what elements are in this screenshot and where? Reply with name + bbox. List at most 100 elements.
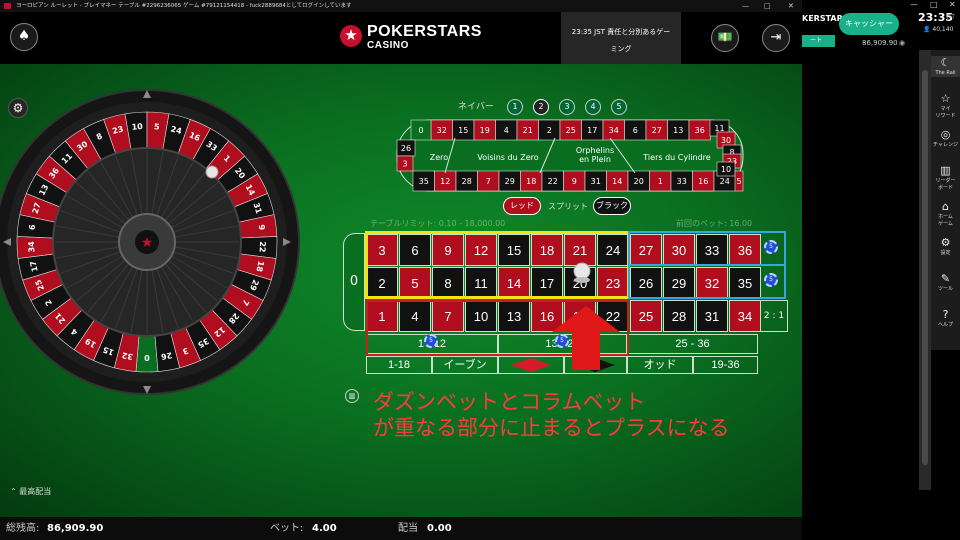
bet-chip[interactable]: 5 bbox=[424, 334, 438, 348]
star-icon: ☆ bbox=[940, 92, 951, 105]
number-bet-34[interactable]: 34 bbox=[729, 300, 761, 332]
racetrack-number: 25 bbox=[566, 126, 576, 135]
balance-value: 86,909.90 bbox=[47, 523, 104, 534]
bet-chip[interactable]: 5 bbox=[764, 273, 778, 287]
banner-line-1: 23:35 JST 責任と分別あるゲー bbox=[571, 28, 671, 36]
racetrack-voisins[interactable]: Voisins du Zero bbox=[477, 153, 538, 162]
racetrack-number: 10 bbox=[721, 165, 731, 174]
lobby-close-button[interactable]: ✕ bbox=[949, 0, 956, 9]
neighbors-label: ネイバー bbox=[458, 102, 494, 112]
bet-chip[interactable]: 5 bbox=[764, 240, 778, 254]
highlight-column-divider bbox=[628, 264, 786, 266]
status-bar: 総残高: 86,909.90 ベット: 4.00 配当 0.00 bbox=[0, 517, 802, 540]
wheel-pocket-number: 32 bbox=[121, 350, 134, 361]
side-nav-item[interactable]: ⚙ 設定 bbox=[931, 236, 960, 257]
window-titlebar: ヨーロピアン ルーレット - プレイマネー テーブル #2296236065 ゲ… bbox=[0, 0, 802, 12]
side-nav-label: ホーム bbox=[938, 214, 953, 220]
annotation-arrow-icon bbox=[552, 306, 620, 370]
bet-split-label[interactable]: スプリット bbox=[548, 201, 588, 212]
wheel-pocket-number: 22 bbox=[258, 241, 267, 253]
racetrack-bet-area[interactable]: 32 15 19 4 21 2 25 17 34 6 27 13 36 35 12 28 7 29 18 22 9 31… bbox=[395, 118, 745, 193]
outside-bet-low[interactable]: 1-18 bbox=[366, 356, 432, 374]
app-icon bbox=[4, 3, 11, 9]
close-button[interactable]: ✕ bbox=[788, 0, 794, 12]
lobby-scrollbar[interactable] bbox=[919, 50, 931, 490]
racetrack-number: 26 bbox=[401, 144, 411, 153]
payout-value: 0.00 bbox=[427, 523, 452, 534]
racetrack-number: 33 bbox=[677, 177, 687, 186]
pokerstars-menu-button[interactable]: ♠ bbox=[10, 23, 38, 51]
racetrack-zero[interactable]: Zero bbox=[430, 153, 449, 162]
number-bet-31[interactable]: 31 bbox=[696, 300, 728, 332]
racetrack-number: 36 bbox=[695, 126, 705, 135]
scrollbar-thumb[interactable] bbox=[922, 70, 928, 465]
wheel-pocket-number: 34 bbox=[27, 241, 36, 253]
racetrack-number: 28 bbox=[462, 177, 472, 186]
racetrack-number: 19 bbox=[480, 126, 490, 135]
side-nav-item[interactable]: ◎ チャレンジ bbox=[931, 128, 960, 149]
previous-bet-text: 前回のベット: 16.00 bbox=[676, 219, 753, 228]
dozen-bet-3[interactable]: 25 - 36 bbox=[627, 334, 758, 354]
racetrack-number: 14 bbox=[612, 177, 622, 186]
column-bet-2to1[interactable]: 2 : 1 bbox=[760, 300, 788, 332]
side-nav-item[interactable]: ? ヘルプ bbox=[931, 308, 960, 329]
lobby-balance: 86,909.90 bbox=[862, 39, 898, 47]
lobby-minimize-button[interactable]: — bbox=[910, 0, 918, 9]
side-nav-item[interactable]: ▥ リーダー ボード bbox=[931, 164, 960, 192]
neighbors-option-1[interactable]: 1 bbox=[507, 99, 523, 115]
racetrack-number: 0 bbox=[418, 126, 423, 135]
side-nav-label: ヘルプ bbox=[937, 322, 953, 328]
wheel-pocket-number: 0 bbox=[144, 353, 150, 362]
neighbors-option-5[interactable]: 5 bbox=[611, 99, 627, 115]
side-nav-label: リワード bbox=[935, 113, 956, 119]
neighbors-option-2[interactable]: 2 bbox=[533, 99, 549, 115]
side-nav-item[interactable]: ☆ マイ リワード bbox=[931, 92, 960, 120]
outside-bet-odd[interactable]: オッド bbox=[627, 356, 693, 374]
players-online-count: 👤 40,140 bbox=[923, 26, 954, 33]
statistics-icon[interactable]: ▥ bbox=[345, 389, 359, 403]
neighbors-option-4[interactable]: 4 bbox=[585, 99, 601, 115]
outside-bet-even[interactable]: イーブン bbox=[432, 356, 498, 374]
side-nav-item[interactable]: ✎ ツール bbox=[931, 272, 960, 293]
side-nav-item[interactable]: ⌂ ホーム ゲーム bbox=[931, 200, 960, 228]
racetrack-number: 17 bbox=[587, 126, 597, 135]
racetrack-number: 30 bbox=[721, 136, 731, 145]
annotation-line-2: が重なる部分に止まるとプラスになる bbox=[373, 416, 730, 440]
racetrack-number: 16 bbox=[698, 177, 708, 186]
eye-icon[interactable]: ◉ bbox=[899, 39, 905, 47]
max-payout-toggle[interactable]: ⌃ 最高配当 bbox=[10, 486, 51, 497]
cashier-button[interactable]: キャッシャー bbox=[839, 13, 899, 35]
table-limit-text: テーブルリミット: 0.10 - 18,000.00 bbox=[370, 219, 506, 228]
racetrack-number: 29 bbox=[505, 177, 515, 186]
lobby-green-tab[interactable]: ート bbox=[802, 35, 835, 47]
settings-gear-button[interactable]: ⚙ bbox=[8, 98, 28, 118]
number-bet-25[interactable]: 25 bbox=[630, 300, 662, 332]
outside-bet-high[interactable]: 19-36 bbox=[693, 356, 758, 374]
bet-black-button[interactable]: ブラック bbox=[593, 197, 631, 215]
racetrack-number: 13 bbox=[673, 126, 683, 135]
responsible-gaming-banner[interactable]: 23:35 JST 責任と分別あるゲー ミング bbox=[561, 12, 681, 64]
wheel-pocket-number: 10 bbox=[131, 122, 143, 132]
racetrack-number: 27 bbox=[652, 126, 662, 135]
number-bet-28[interactable]: 28 bbox=[663, 300, 695, 332]
side-nav-label: The Rail bbox=[935, 70, 956, 76]
leaderboard-icon: ▥ bbox=[940, 164, 951, 177]
side-nav-label: ボード bbox=[937, 185, 953, 191]
side-nav-label: 設定 bbox=[940, 250, 951, 256]
racetrack-tiers[interactable]: Tiers du Cylindre bbox=[642, 153, 711, 162]
bet-red-button[interactable]: レッド bbox=[503, 197, 541, 215]
cashier-icon-button[interactable]: 💵 bbox=[711, 24, 739, 52]
lobby-maximize-button[interactable]: □ bbox=[930, 0, 938, 9]
racetrack-number: 21 bbox=[523, 126, 533, 135]
minimize-button[interactable]: — bbox=[742, 0, 749, 12]
exit-icon-button[interactable]: ⇥ bbox=[762, 24, 790, 52]
wheel-pocket-number: 26 bbox=[160, 350, 173, 361]
logo-text-secondary: CASINO bbox=[367, 40, 409, 51]
maximize-button[interactable]: □ bbox=[764, 0, 771, 12]
side-nav-item[interactable]: ☾ The Rail bbox=[931, 56, 960, 77]
racetrack-orphelins[interactable]: Orphelins en Plein bbox=[576, 146, 614, 164]
neighbors-option-3[interactable]: 3 bbox=[559, 99, 575, 115]
logo-text-primary: POKERSTARS bbox=[367, 23, 482, 40]
help-icon: ? bbox=[942, 308, 949, 321]
zero-pocket-bet[interactable]: 0 bbox=[343, 233, 365, 331]
